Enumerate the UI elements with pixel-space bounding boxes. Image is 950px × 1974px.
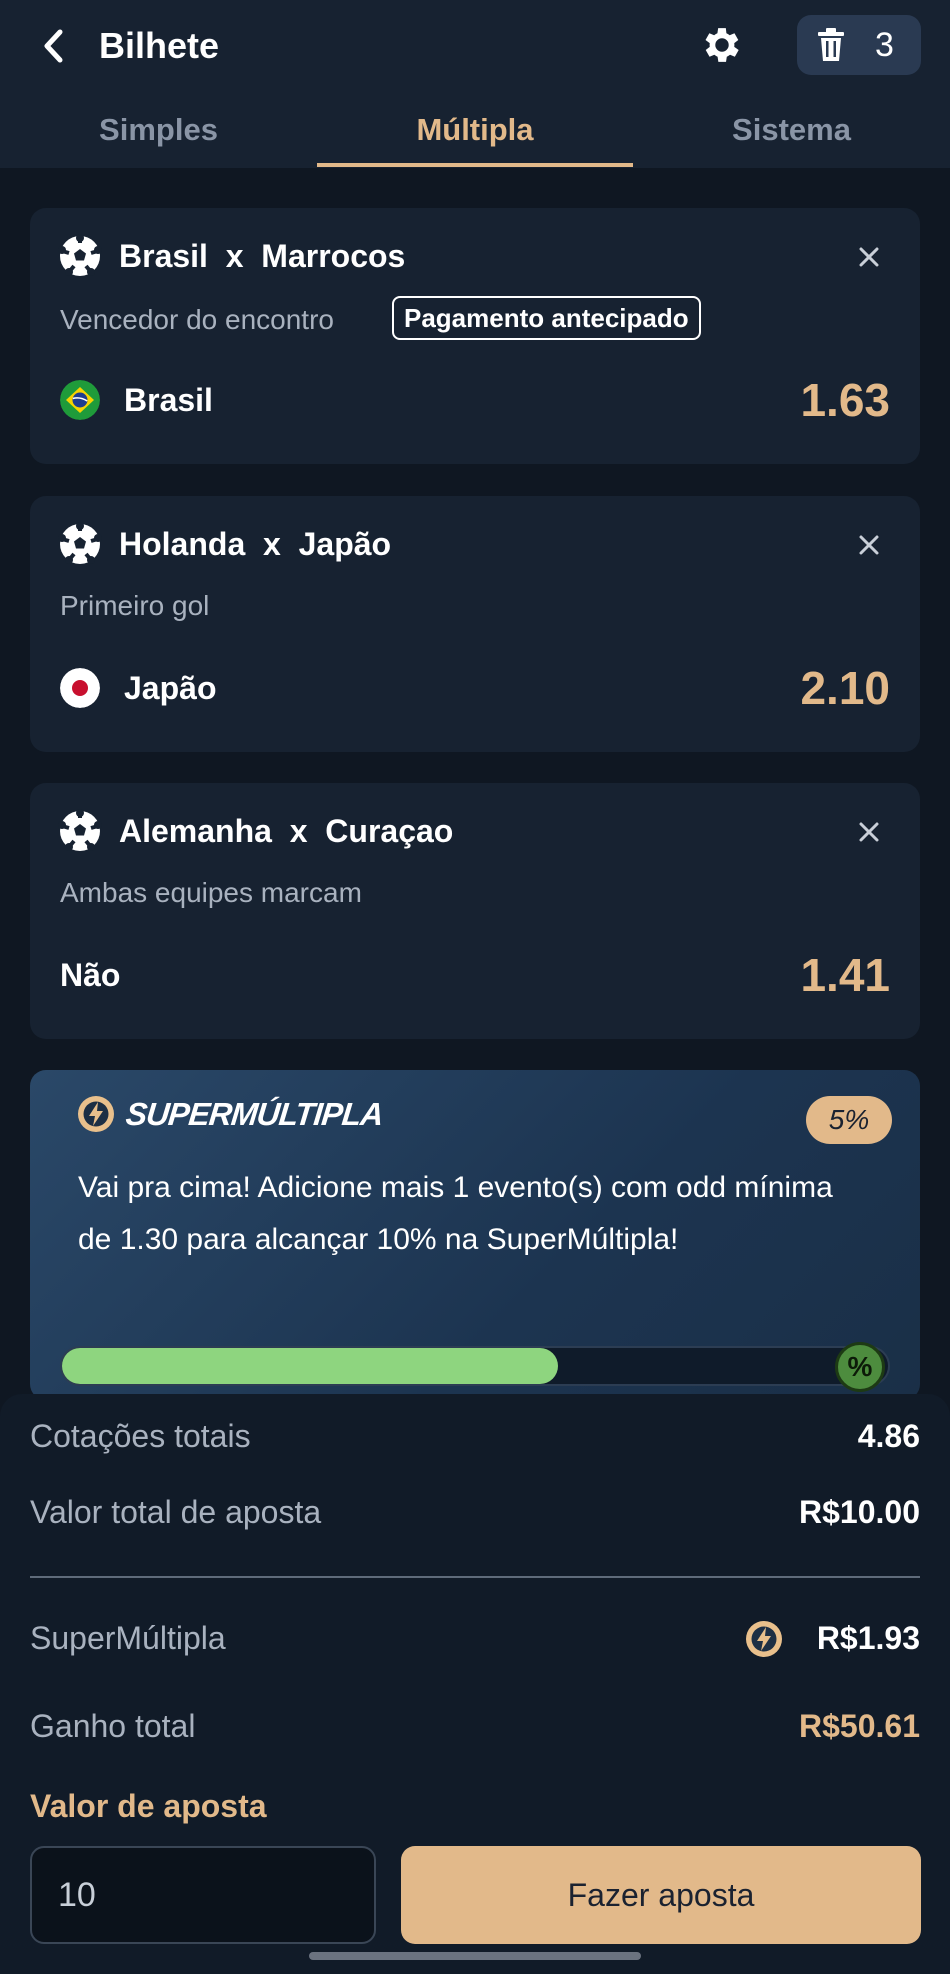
current-bonus-badge: 5%: [806, 1096, 892, 1144]
close-icon[interactable]: [854, 530, 884, 560]
away-team: Marrocos: [261, 238, 406, 274]
selection-name: Brasil: [124, 382, 213, 418]
home-team: Holanda: [119, 526, 246, 562]
bet-card: Brasil x Marrocos Vencedor do encontro P…: [30, 208, 920, 464]
match-title: Holanda x Japão: [119, 524, 391, 564]
top-bar: Bilhete 3: [0, 0, 950, 92]
versus-separator: x: [263, 526, 281, 562]
bet-type-tabs: Simples Múltipla Sistema: [0, 92, 950, 168]
market-label: Ambas equipes marcam: [60, 877, 362, 908]
market-label: Primeiro gol: [60, 590, 210, 621]
tab-multipla[interactable]: Múltipla: [317, 92, 633, 168]
bet-card: Alemanha x Curaçao Ambas equipes marcam …: [30, 783, 920, 1039]
total-odds-value: 4.86: [857, 1418, 920, 1454]
soccer-ball-icon: [58, 522, 102, 564]
selection-name: Não: [60, 957, 121, 993]
odd-value: 1.63: [800, 374, 890, 426]
supermultipla-promo: SUPERMÚLTIPLA 5% Vai pra cima! Adicione …: [30, 1070, 920, 1400]
versus-separator: x: [289, 813, 308, 849]
active-tab-indicator: [317, 163, 633, 167]
soccer-ball-icon: [58, 809, 102, 851]
place-bet-button[interactable]: Fazer aposta: [401, 1846, 921, 1944]
soccer-ball-icon: [58, 234, 102, 276]
japan-flag-icon: [60, 668, 100, 708]
super-bonus-label: SuperMúltipla: [30, 1620, 226, 1656]
tab-simples[interactable]: Simples: [0, 92, 317, 168]
home-team: Alemanha: [119, 813, 272, 849]
versus-separator: x: [225, 238, 244, 274]
promo-message: Vai pra cima! Adicione mais 1 evento(s) …: [78, 1171, 833, 1256]
lightning-icon: [78, 1096, 114, 1132]
away-team: Japão: [298, 526, 392, 562]
bet-summary-panel: Cotações totais 4.86 Valor total de apos…: [0, 1394, 950, 1974]
market-label: Vencedor do encontro: [60, 304, 334, 335]
away-team: Curaçao: [325, 813, 454, 849]
bet-card: Holanda x Japão Primeiro gol Japão 2.10: [30, 496, 920, 752]
total-odds-label: Cotações totais: [30, 1418, 251, 1454]
total-win-label: Ganho total: [30, 1708, 196, 1744]
gear-icon[interactable]: [699, 22, 745, 68]
bonus-progress-bar: [60, 1346, 890, 1386]
percent-icon: %: [835, 1342, 885, 1392]
tab-sistema[interactable]: Sistema: [633, 92, 950, 168]
total-win-value: R$50.61: [799, 1708, 920, 1744]
odd-value: 1.41: [800, 949, 890, 1001]
odd-value: 2.10: [800, 662, 890, 714]
trash-icon: [818, 28, 844, 61]
home-indicator: [309, 1952, 641, 1960]
selection-count: 3: [875, 26, 894, 64]
early-payout-badge: Pagamento antecipado: [392, 296, 701, 340]
super-bonus-value: R$1.93: [816, 1620, 920, 1656]
brazil-flag-icon: [60, 380, 100, 420]
page-title: Bilhete: [99, 25, 220, 66]
stake-label: Valor de aposta: [30, 1788, 267, 1824]
promo-title: SUPERMÚLTIPLA: [124, 1096, 385, 1132]
close-icon[interactable]: [854, 242, 884, 272]
clear-bets-button[interactable]: 3: [797, 15, 921, 75]
total-stake-value: R$10.00: [799, 1494, 920, 1530]
divider: [30, 1576, 920, 1578]
selection-name: Japão: [124, 670, 217, 706]
stake-input[interactable]: [30, 1846, 376, 1944]
match-title: Alemanha x Curaçao: [119, 811, 453, 851]
match-title: Brasil x Marrocos: [119, 236, 405, 276]
back-arrow-icon[interactable]: [36, 22, 76, 70]
total-stake-label: Valor total de aposta: [30, 1494, 322, 1530]
bonus-progress-fill: [62, 1348, 558, 1384]
home-team: Brasil: [119, 238, 208, 274]
lightning-icon: [746, 1621, 782, 1657]
close-icon[interactable]: [854, 817, 884, 847]
